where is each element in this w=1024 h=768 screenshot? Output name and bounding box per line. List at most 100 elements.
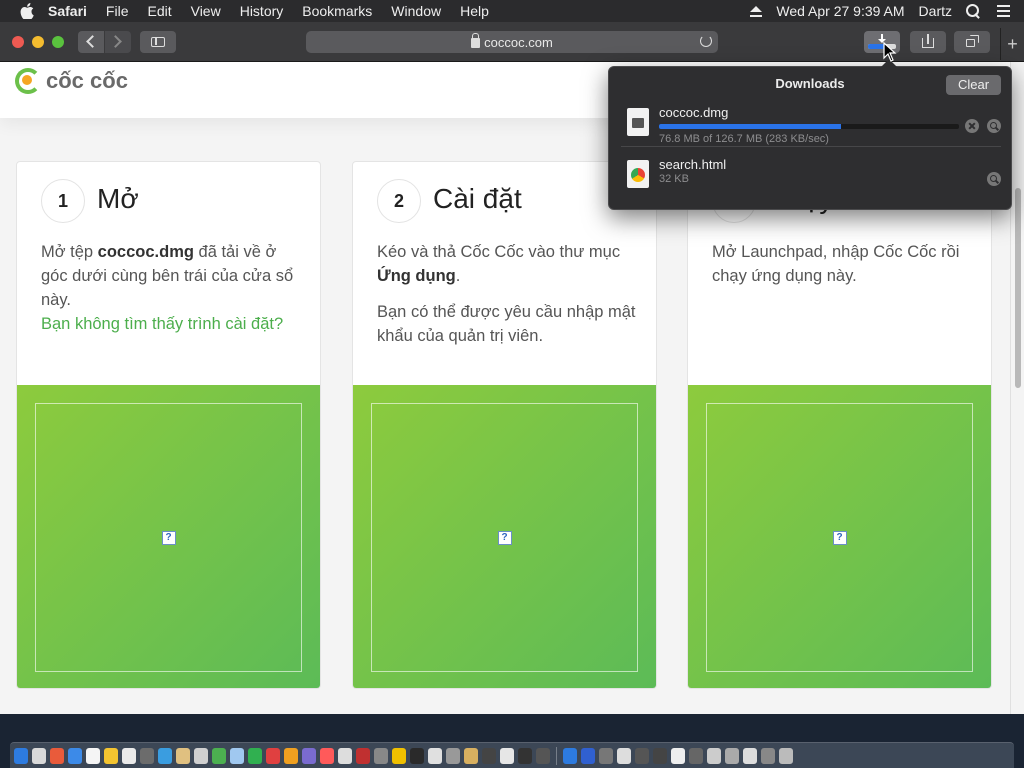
menu-view[interactable]: View bbox=[191, 3, 221, 19]
download-filename: search.html bbox=[659, 157, 727, 172]
mouse-cursor-icon bbox=[883, 42, 897, 62]
applications-folder-text: Ứng dụng bbox=[377, 267, 456, 285]
dock-app-icon[interactable] bbox=[158, 747, 172, 764]
dock-app-icon[interactable] bbox=[50, 747, 64, 764]
reveal-in-finder-icon[interactable] bbox=[987, 119, 1001, 133]
download-status: 32 KB bbox=[659, 173, 689, 185]
download-arrow-icon bbox=[878, 34, 886, 43]
dock-app-icon[interactable] bbox=[410, 747, 424, 764]
dock-app-icon[interactable] bbox=[194, 747, 208, 764]
new-tab-button[interactable]: + bbox=[1000, 28, 1024, 60]
download-status: 76.8 MB of 126.7 MB (283 KB/sec) bbox=[659, 133, 829, 145]
dock-app-icon[interactable] bbox=[122, 747, 136, 764]
reload-icon[interactable] bbox=[700, 35, 712, 47]
dock-app-icon[interactable] bbox=[230, 747, 244, 764]
stop-download-icon[interactable] bbox=[965, 119, 979, 133]
reveal-in-finder-icon[interactable] bbox=[987, 172, 1001, 186]
dock-app-icon[interactable] bbox=[779, 747, 793, 764]
dock-app-icon[interactable] bbox=[761, 747, 775, 764]
menu-file[interactable]: File bbox=[106, 3, 129, 19]
dock-app-icon[interactable] bbox=[653, 747, 667, 764]
address-bar[interactable]: coccoc.com bbox=[306, 31, 718, 53]
back-button[interactable] bbox=[78, 31, 104, 53]
window-close-button[interactable] bbox=[12, 36, 24, 48]
menu-help[interactable]: Help bbox=[460, 3, 489, 19]
window-fullscreen-button[interactable] bbox=[52, 36, 64, 48]
dock-app-icon[interactable] bbox=[671, 747, 685, 764]
dock-app-icon[interactable] bbox=[284, 747, 298, 764]
coccoc-logo-icon bbox=[15, 68, 41, 94]
dock-app-icon[interactable] bbox=[536, 747, 550, 764]
dock-app-icon[interactable] bbox=[320, 747, 334, 764]
step-title: Mở bbox=[97, 183, 139, 214]
safari-toolbar: coccoc.com bbox=[0, 22, 1024, 62]
dock-app-icon[interactable] bbox=[14, 747, 28, 764]
dock-app-icon[interactable] bbox=[581, 747, 595, 764]
dock-app-icon[interactable] bbox=[707, 747, 721, 764]
dock-app-icon[interactable] bbox=[32, 747, 46, 764]
menubar-clock[interactable]: Wed Apr 27 9:39 AM bbox=[776, 3, 904, 19]
broken-image-icon: ? bbox=[497, 530, 512, 545]
dock-app-icon[interactable] bbox=[518, 747, 532, 764]
lock-icon bbox=[471, 33, 481, 48]
dock-app-icon[interactable] bbox=[563, 747, 577, 764]
apple-menu-icon[interactable] bbox=[20, 3, 34, 19]
logo-text: cốc cốc bbox=[46, 68, 128, 93]
dock-app-icon[interactable] bbox=[482, 747, 496, 764]
dock-app-icon[interactable] bbox=[500, 747, 514, 764]
notification-center-icon[interactable] bbox=[994, 5, 1010, 17]
page-scrollbar[interactable] bbox=[1010, 62, 1024, 714]
dock-app-icon[interactable] bbox=[266, 747, 280, 764]
dock-app-icon[interactable] bbox=[374, 747, 388, 764]
dock-app-icon[interactable] bbox=[428, 747, 442, 764]
step-body: Kéo và thả Cốc Cốc vào thư mục Ứng dụng.… bbox=[377, 243, 636, 345]
window-minimize-button[interactable] bbox=[32, 36, 44, 48]
dock-app-icon[interactable] bbox=[338, 747, 352, 764]
dock-app-icon[interactable] bbox=[689, 747, 703, 764]
dock-app-icon[interactable] bbox=[302, 747, 316, 764]
menu-edit[interactable]: Edit bbox=[147, 3, 171, 19]
menu-safari[interactable]: Safari bbox=[48, 3, 87, 19]
dock-app-icon[interactable] bbox=[446, 747, 460, 764]
dock-app-icon[interactable] bbox=[104, 747, 118, 764]
dock-app-icon[interactable] bbox=[599, 747, 613, 764]
dock-app-icon[interactable] bbox=[617, 747, 631, 764]
download-item[interactable]: coccoc.dmg 76.8 MB of 126.7 MB (283 KB/s… bbox=[621, 101, 1001, 147]
dock-app-icon[interactable] bbox=[464, 747, 478, 764]
eject-icon[interactable] bbox=[750, 5, 763, 17]
dock-app-icon[interactable] bbox=[176, 747, 190, 764]
installer-not-found-link[interactable]: Bạn không tìm thấy trình cài đặt? bbox=[41, 315, 283, 333]
dock-app-icon[interactable] bbox=[248, 747, 262, 764]
forward-button[interactable] bbox=[105, 31, 131, 53]
dock-app-icon[interactable] bbox=[635, 747, 649, 764]
dock-app-icon[interactable] bbox=[725, 747, 739, 764]
step-illustration: ? bbox=[688, 385, 991, 688]
dock-app-icon[interactable] bbox=[743, 747, 757, 764]
dock-app-icon[interactable] bbox=[212, 747, 226, 764]
dock-app-icon[interactable] bbox=[68, 747, 82, 764]
address-url: coccoc.com bbox=[484, 34, 553, 50]
menu-window[interactable]: Window bbox=[391, 3, 441, 19]
share-button[interactable] bbox=[910, 31, 946, 53]
dock-app-icon[interactable] bbox=[356, 747, 370, 764]
menu-history[interactable]: History bbox=[240, 3, 284, 19]
menu-bookmarks[interactable]: Bookmarks bbox=[302, 3, 372, 19]
coccoc-logo[interactable]: cốc cốc bbox=[15, 68, 128, 94]
step-illustration: ? bbox=[353, 385, 656, 688]
clear-downloads-button[interactable]: Clear bbox=[946, 75, 1001, 95]
sidebar-toggle-button[interactable] bbox=[140, 31, 176, 53]
spotlight-search-icon[interactable] bbox=[966, 4, 980, 18]
scrollbar-thumb[interactable] bbox=[1015, 188, 1021, 388]
download-progress-bar bbox=[659, 124, 959, 129]
step-body: Mở Launchpad, nhập Cốc Cốc rồi chạy ứng … bbox=[712, 243, 960, 285]
download-item[interactable]: search.html 32 KB bbox=[621, 153, 1001, 199]
show-all-tabs-button[interactable] bbox=[954, 31, 990, 53]
dock-app-icon[interactable] bbox=[392, 747, 406, 764]
dock bbox=[10, 742, 1014, 768]
dock-app-icon[interactable] bbox=[140, 747, 154, 764]
menubar-user[interactable]: Dartz bbox=[919, 3, 952, 19]
step-card-open: 1 Mở Mở tệp coccoc.dmg đã tải về ở góc d… bbox=[16, 161, 321, 689]
dock-app-icon[interactable] bbox=[86, 747, 100, 764]
dmg-file-icon bbox=[627, 108, 649, 136]
step-number: 1 bbox=[41, 179, 85, 223]
